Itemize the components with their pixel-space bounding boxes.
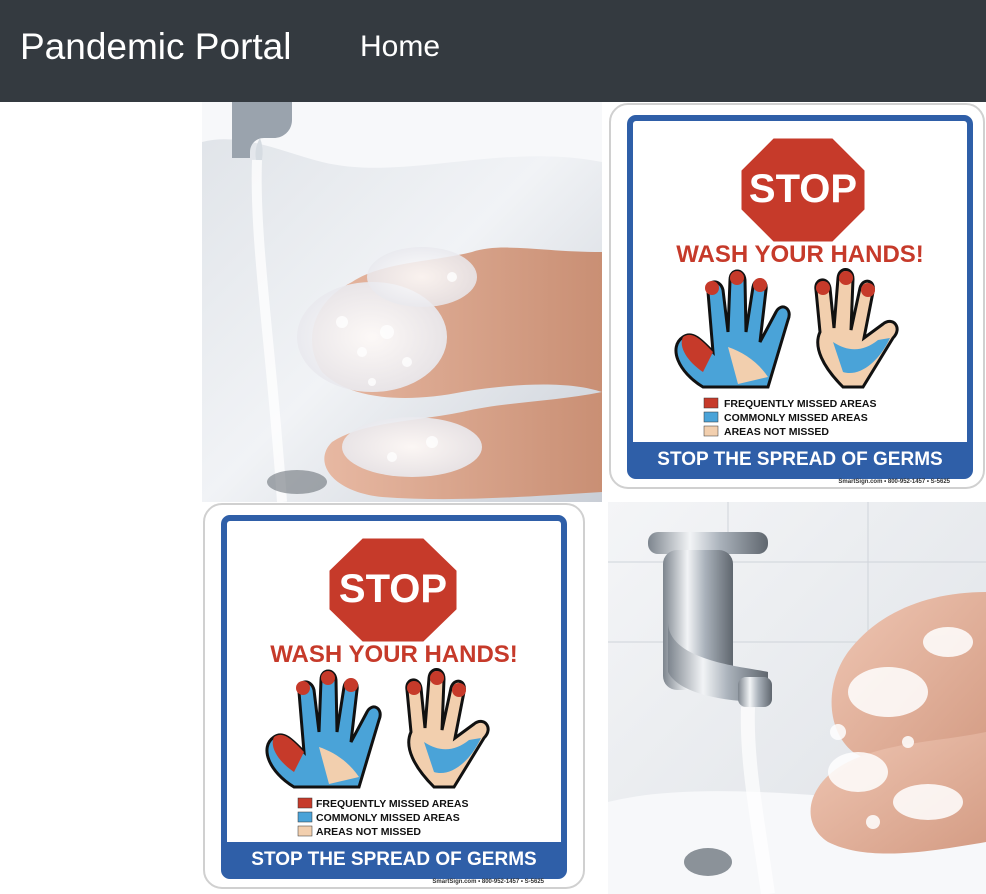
legend-commonly: COMMONLY MISSED AREAS <box>724 412 868 424</box>
handwashing-photo-1 <box>202 102 602 502</box>
stop-text: STOP <box>749 167 857 211</box>
sign-footer: STOP THE SPREAD OF GERMS <box>657 449 942 470</box>
nav-link-home[interactable]: Home <box>360 28 440 66</box>
brand-link[interactable]: Pandemic Portal <box>20 24 291 70</box>
top-navbar: Pandemic Portal Home <box>0 0 986 102</box>
legend-frequently: FREQUENTLY MISSED AREAS <box>724 398 876 410</box>
wash-hands-sign-2: STOP WASH YOUR HANDS! FREQUENTLY MISSED … <box>202 502 586 892</box>
legend-commonly: COMMONLY MISSED AREAS <box>316 812 460 824</box>
sign-headline: WASH YOUR HANDS! <box>676 241 924 268</box>
sign-footer: STOP THE SPREAD OF GERMS <box>251 849 536 870</box>
legend-not-missed: AREAS NOT MISSED <box>316 826 421 838</box>
sign-fineprint: SmartSign.com • 800-952-1457 • S-5625 <box>432 879 544 885</box>
stop-text: STOP <box>339 567 447 611</box>
handwashing-photo-2 <box>608 502 986 894</box>
legend-not-missed: AREAS NOT MISSED <box>724 426 829 438</box>
legend-frequently: FREQUENTLY MISSED AREAS <box>316 798 468 810</box>
sign-fineprint: SmartSign.com • 800-952-1457 • S-5625 <box>838 479 950 485</box>
wash-hands-sign-1: STOP WASH YOUR HANDS! FREQUENTLY MISSED … <box>608 102 986 492</box>
sign-headline: WASH YOUR HANDS! <box>270 641 518 668</box>
